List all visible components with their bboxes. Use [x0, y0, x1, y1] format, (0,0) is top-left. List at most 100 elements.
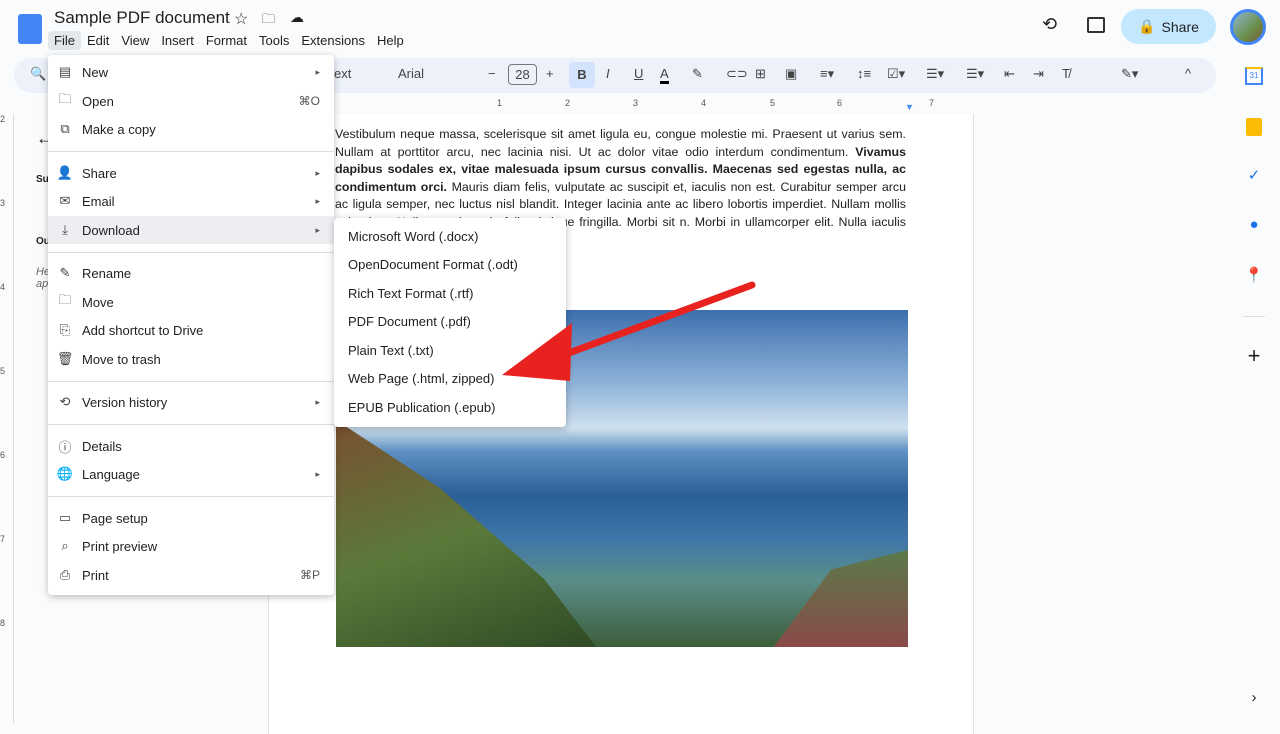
menu-divider — [48, 151, 334, 152]
file-menu-print[interactable]: ⎙ Print ⌘P — [48, 561, 334, 589]
font-size-increase[interactable]: + — [546, 66, 554, 81]
menu-item-label: Move — [82, 294, 114, 310]
file-menu-download[interactable]: ⤓ Download ▸ — [48, 216, 334, 244]
file-menu-add-shortcut-to-drive[interactable]: ⎘ Add shortcut to Drive — [48, 316, 334, 344]
comment-add-icon[interactable]: ⊞ — [755, 66, 766, 82]
menu-extensions[interactable]: Extensions — [295, 31, 371, 50]
folder-icon: 🗀 — [58, 91, 72, 106]
submenu-arrow-icon: ▸ — [315, 66, 320, 77]
comments-icon[interactable] — [1087, 17, 1105, 33]
underline-button[interactable]: U — [634, 66, 643, 81]
lock-icon: 🔒 — [1138, 18, 1156, 34]
editing-mode-icon[interactable]: ✎▾ — [1121, 66, 1138, 82]
ruler-label: 8 — [0, 618, 6, 628]
horizontal-ruler[interactable]: 1 2 3 4 5 6 ▼ 7 — [268, 98, 974, 114]
expand-icon[interactable]: › — [1240, 689, 1268, 706]
cloud-saved-icon[interactable]: ☁ — [290, 9, 304, 26]
menu-divider — [48, 496, 334, 497]
docs-logo-icon[interactable] — [18, 14, 42, 44]
shortcut-icon: ⎘ — [59, 322, 71, 337]
move-folder-icon[interactable]: 🗀 — [262, 10, 275, 32]
menu-file[interactable]: File — [48, 31, 81, 50]
download-pdf[interactable]: PDF Document (.pdf) — [348, 314, 471, 329]
clear-formatting-icon[interactable]: T̸ — [1062, 66, 1070, 81]
font-size-decrease[interactable]: − — [488, 66, 496, 81]
print-icon: ⎙ — [59, 567, 71, 582]
file-menu-language[interactable]: 🌐 Language ▸ — [48, 460, 334, 488]
checklist-icon[interactable]: ☑▾ — [887, 66, 905, 82]
file-menu-new[interactable]: ▤ New ▸ — [48, 58, 334, 86]
align-icon[interactable]: ≡▾ — [820, 66, 834, 82]
download-odt[interactable]: OpenDocument Format (.odt) — [348, 257, 518, 272]
file-menu-page-setup[interactable]: ▭ Page setup — [48, 504, 334, 532]
keep-icon[interactable] — [1246, 118, 1262, 136]
menu-insert[interactable]: Insert — [155, 31, 200, 50]
vertical-ruler[interactable]: 2 3 4 5 6 7 8 — [0, 114, 14, 724]
tasks-icon[interactable]: ✓ — [1240, 166, 1268, 184]
bold-button[interactable]: B — [569, 62, 595, 88]
calendar-icon[interactable]: 31 — [1245, 67, 1263, 85]
submenu-arrow-icon: ▸ — [315, 195, 320, 206]
history-icon[interactable]: ⟲ — [1042, 14, 1057, 35]
star-icon[interactable]: ☆ — [234, 9, 248, 29]
file-menu-move[interactable]: 🗀 Move — [48, 288, 334, 316]
menu-view[interactable]: View — [115, 31, 155, 50]
right-indent-marker[interactable]: ▼ — [905, 102, 914, 112]
menu-item-label: New — [82, 64, 109, 80]
contacts-icon[interactable]: ● — [1240, 216, 1268, 233]
download-rtf[interactable]: Rich Text Format (.rtf) — [348, 286, 473, 301]
share-button[interactable]: 🔒 Share — [1121, 9, 1216, 44]
download-docx[interactable]: Microsoft Word (.docx) — [348, 229, 479, 244]
file-menu-make-a-copy[interactable]: ⧉ Make a copy — [48, 115, 334, 143]
download-txt[interactable]: Plain Text (.txt) — [348, 343, 434, 358]
file-menu-print-preview[interactable]: ⌕ Print preview — [48, 532, 334, 560]
ruler-label: 5 — [0, 366, 6, 376]
file-menu-details[interactable]: ⓘ Details — [48, 432, 334, 460]
file-menu-email[interactable]: ✉ Email ▸ — [48, 187, 334, 215]
menu-item-label: Open — [82, 93, 114, 109]
download-epub[interactable]: EPUB Publication (.epub) — [348, 400, 495, 415]
document-title[interactable]: Sample PDF document — [54, 8, 230, 28]
numbered-list-icon[interactable]: ☰▾ — [966, 66, 984, 82]
ruler-label: 7 — [929, 98, 935, 108]
shortcut-label: ⌘P — [299, 568, 320, 582]
menu-tools[interactable]: Tools — [253, 31, 295, 50]
link-icon[interactable]: ⊂⊃ — [726, 66, 748, 82]
italic-button[interactable]: I — [606, 66, 610, 81]
side-divider — [1243, 316, 1265, 317]
search-menus-icon[interactable]: 🔍 — [30, 66, 46, 82]
paragraph-text: Vestibulum neque massa, scelerisque sit … — [335, 127, 906, 159]
menu-bar: File Edit View Insert Format Tools Exten… — [48, 31, 410, 50]
avatar[interactable] — [1230, 9, 1266, 45]
menu-item-label: Print preview — [82, 538, 158, 554]
menu-edit[interactable]: Edit — [81, 31, 115, 50]
menu-help[interactable]: Help — [371, 31, 410, 50]
image-icon[interactable]: ▣ — [785, 66, 797, 82]
file-menu-share[interactable]: 👤 Share ▸ — [48, 159, 334, 187]
ruler-label: 3 — [0, 198, 6, 208]
file-menu-version-history[interactable]: ⟲ Version history ▸ — [48, 388, 334, 416]
hide-menus-icon[interactable]: ^ — [1185, 66, 1191, 81]
menu-divider — [48, 424, 334, 425]
globe-icon: 🌐 — [56, 466, 74, 481]
decrease-indent-icon[interactable]: ⇤ — [1004, 66, 1015, 82]
style-dropdown[interactable]: ext — [334, 66, 351, 81]
font-size-input[interactable]: 28 — [508, 64, 537, 85]
ruler-label: 5 — [770, 98, 776, 108]
maps-icon[interactable]: 📍 — [1240, 266, 1268, 284]
file-menu-rename[interactable]: ✎ Rename — [48, 259, 334, 287]
text-color-button[interactable]: A — [660, 66, 669, 84]
font-dropdown[interactable]: Arial — [398, 66, 424, 81]
highlight-icon[interactable]: ✎ — [692, 66, 703, 82]
file-menu-open[interactable]: 🗀 Open ⌘O — [48, 87, 334, 115]
copy-icon: ⧉ — [60, 121, 70, 136]
increase-indent-icon[interactable]: ⇥ — [1033, 66, 1044, 82]
bulleted-list-icon[interactable]: ☰▾ — [926, 66, 944, 82]
ruler-label: 7 — [0, 534, 6, 544]
download-html-zipped[interactable]: Web Page (.html, zipped) — [348, 371, 494, 386]
trash-icon: 🗑 — [56, 351, 74, 366]
menu-format[interactable]: Format — [200, 31, 253, 50]
line-spacing-icon[interactable]: ↕≡ — [857, 66, 871, 81]
add-icon[interactable]: + — [1240, 343, 1268, 369]
file-menu-move-to-trash[interactable]: 🗑 Move to trash — [48, 345, 334, 373]
